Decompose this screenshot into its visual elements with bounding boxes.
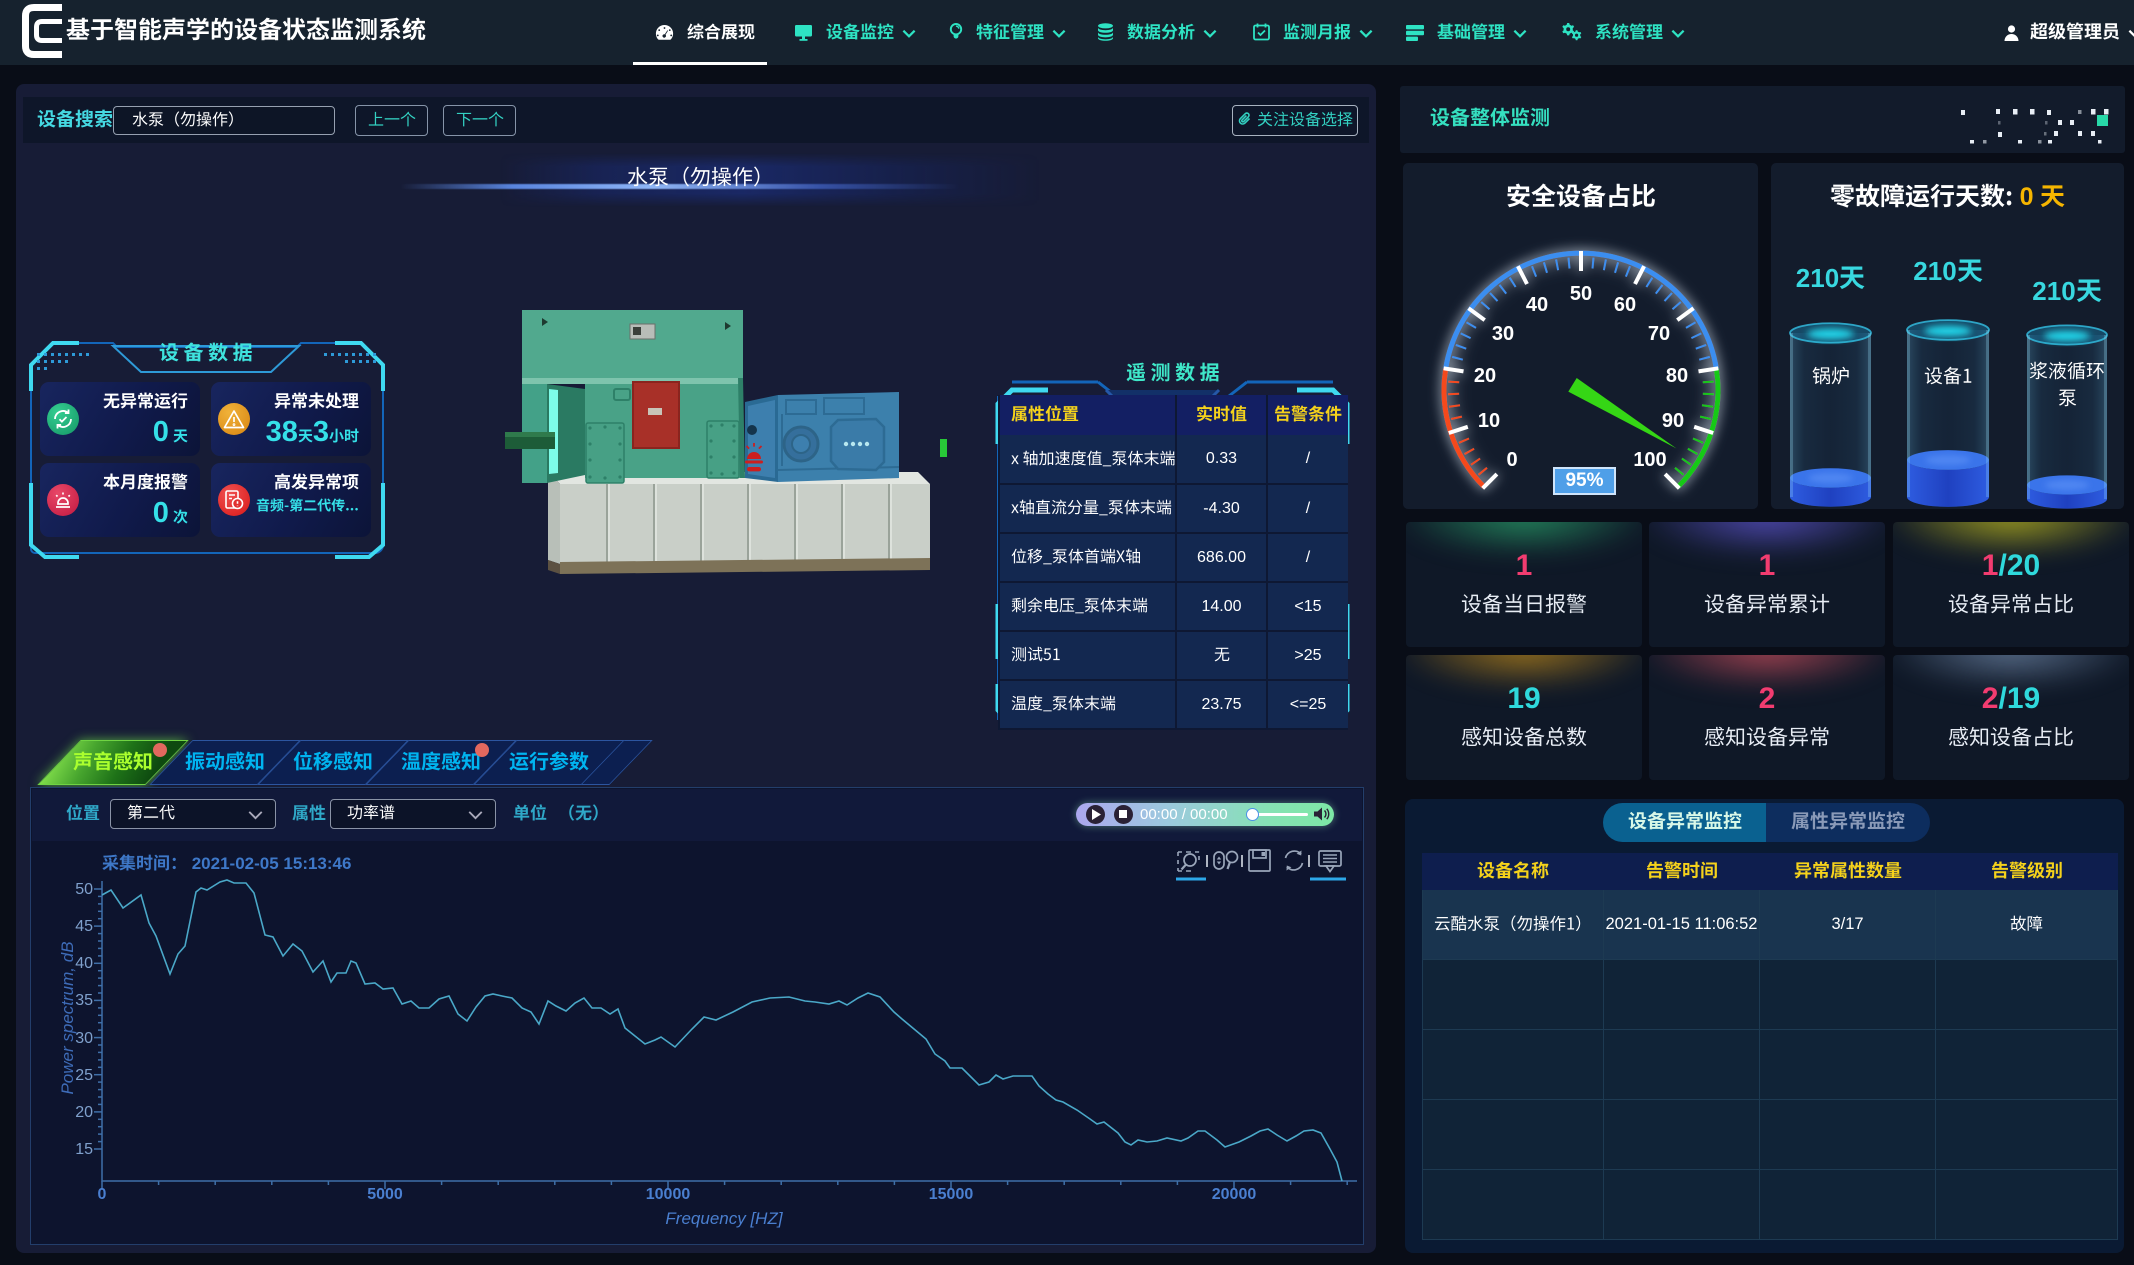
svg-text:5000: 5000 [367, 1186, 403, 1203]
svg-text:70: 70 [1648, 323, 1670, 345]
svg-text:90: 90 [1662, 410, 1684, 432]
svg-text:25: 25 [75, 1067, 93, 1084]
svg-text:100: 100 [1633, 449, 1666, 471]
svg-text:35: 35 [75, 992, 93, 1009]
svg-text:10000: 10000 [646, 1186, 691, 1203]
svg-text:0: 0 [98, 1186, 107, 1203]
svg-text:30: 30 [75, 1030, 93, 1047]
svg-text:15000: 15000 [929, 1186, 974, 1203]
svg-text:50: 50 [1570, 283, 1592, 305]
svg-text:45: 45 [75, 918, 93, 935]
svg-text:Frequency [HZ]: Frequency [HZ] [665, 1209, 783, 1228]
svg-text:10: 10 [1478, 410, 1500, 432]
svg-text:80: 80 [1666, 365, 1688, 387]
svg-text:20: 20 [1474, 365, 1496, 387]
svg-text:Power spectrum, dB: Power spectrum, dB [58, 941, 77, 1094]
svg-text:60: 60 [1614, 294, 1636, 316]
svg-text:0: 0 [1506, 449, 1517, 471]
svg-text:30: 30 [1492, 323, 1514, 345]
svg-text:20000: 20000 [1212, 1186, 1257, 1203]
svg-text:15: 15 [75, 1141, 93, 1158]
svg-text:40: 40 [75, 955, 93, 972]
svg-text:40: 40 [1526, 294, 1548, 316]
svg-text:50: 50 [75, 881, 93, 898]
svg-text:20: 20 [75, 1104, 93, 1121]
